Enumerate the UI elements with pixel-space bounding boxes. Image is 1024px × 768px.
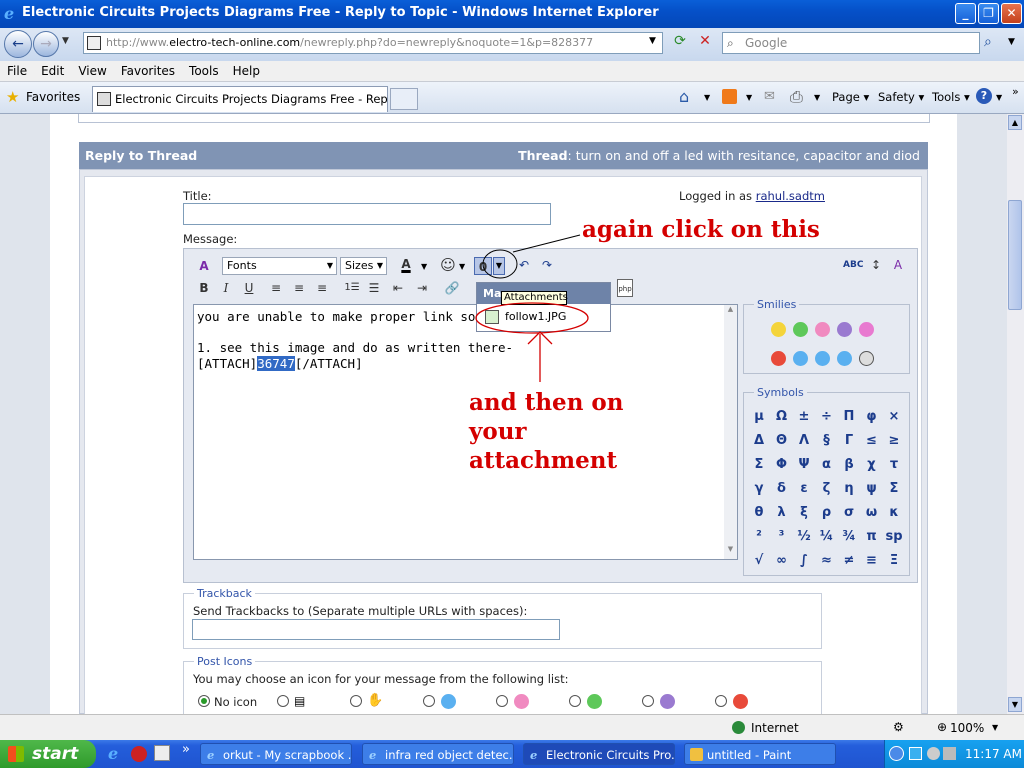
top-arrow-line [512,234,581,253]
tray-speaker-icon[interactable] [927,747,940,760]
post-icon-tongue [514,694,529,709]
post-icon-smile [441,694,456,709]
post-icon-document: ▤ [294,694,306,708]
trackback-legend: Trackback [194,587,255,600]
post-icon-frown [660,694,675,709]
no-icon-label: No icon [214,695,258,709]
post-icons-label: You may choose an icon for your message … [193,672,569,686]
system-tray: 11:17 AM [884,740,1024,768]
radio-icon-thumbsdown[interactable] [350,695,362,707]
protected-mode-icon[interactable]: ⚙ [893,720,904,734]
quicklaunch-opera-icon[interactable] [131,746,147,762]
task-orkut[interactable]: e orkut - My scrapbook ... [200,743,352,765]
quicklaunch-app-icon[interactable] [154,745,170,761]
annotation-bottom: and then on your attachment [469,389,624,474]
paperclip-circle-mark [482,249,518,279]
start-button[interactable]: start [0,740,96,768]
tray-network-icon[interactable] [909,747,922,760]
quicklaunch-more-icon[interactable]: » [182,742,190,757]
post-icon-thumbs-down: ✋ [367,693,384,708]
annotation-top: again click on this [582,216,820,243]
post-icons-legend: Post Icons [194,655,256,668]
radio-icon-grin[interactable] [569,695,581,707]
status-bar: Internet ⚙ ⊕ 100% ▼ [0,714,1024,740]
radio-icon-post[interactable] [277,695,289,707]
windows-logo-icon [8,746,24,762]
zoom-icon: ⊕ [937,720,948,734]
task-paint[interactable]: untitled - Paint [684,743,836,765]
internet-zone-icon [732,721,745,734]
post-icon-grin [587,694,602,709]
radio-icon-smile[interactable] [423,695,435,707]
radio-no-icon[interactable] [198,695,210,707]
zoom-dropdown-icon[interactable]: ▼ [992,723,998,732]
tray-app-icon[interactable] [943,747,956,760]
radio-icon-frown[interactable] [642,695,654,707]
annotation-overlay [475,234,589,382]
task-infrared[interactable]: e infra red object detec... [362,743,514,765]
zoom-level[interactable]: 100% [950,721,984,735]
post-icon-mad [733,694,748,709]
post-icons-fieldset: Post Icons You may choose an icon for yo… [183,655,822,721]
trackback-label: Send Trackbacks to (Separate multiple UR… [193,604,528,618]
quicklaunch-ie-icon[interactable]: e [108,744,118,763]
security-zone-label: Internet [751,721,799,735]
taskbar: start e » e orkut - My scrapbook ... e inf… [0,740,1024,768]
clock: 11:17 AM [965,747,1022,761]
trackback-input[interactable] [192,619,560,640]
task-electronic-circuits[interactable]: e Electronic Circuits Pro... [523,743,675,765]
attachment-circle-mark [475,302,589,334]
radio-icon-mad[interactable] [715,695,727,707]
tray-arrow-icon[interactable] [889,746,904,761]
radio-icon-tongue[interactable] [496,695,508,707]
